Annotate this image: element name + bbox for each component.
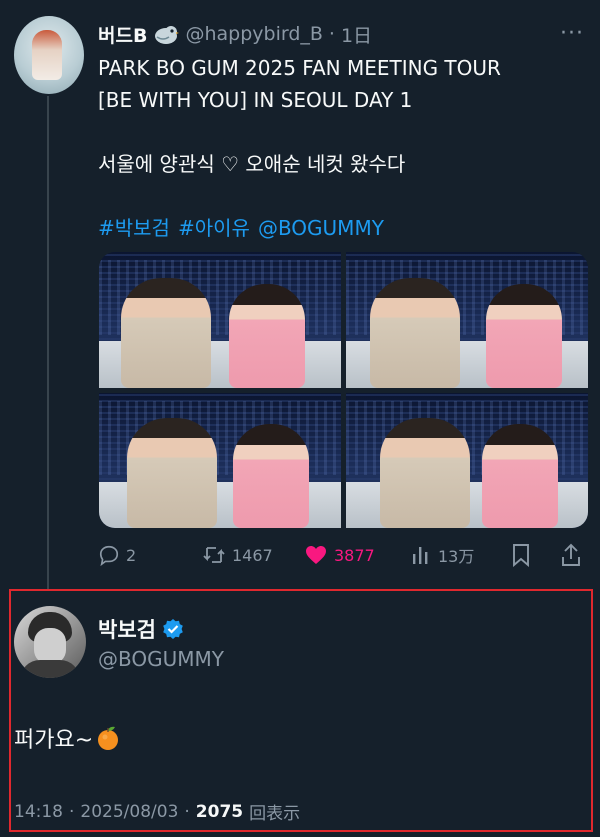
photo-2[interactable] [346,252,588,388]
reply-display-name[interactable]: 박보검 [98,614,156,644]
hashtag-link[interactable]: #아이유 [178,216,250,240]
views-button[interactable]: 13万 [410,543,474,567]
more-icon[interactable]: ··· [560,23,584,45]
like-count: 3877 [334,545,375,565]
bookmark-button[interactable] [510,543,532,567]
reply-avatar[interactable] [14,606,86,678]
tweet-text: PARK BO GUM 2025 FAN MEETING TOUR [BE WI… [98,52,588,244]
reply-view-count: 2075 [195,801,244,822]
share-button[interactable] [560,543,582,567]
photo-1[interactable] [99,252,341,388]
retweet-button[interactable]: 1467 [202,544,273,566]
photo-3[interactable] [99,392,341,528]
tweet-line: 서울에 양관식 ♡ 오애순 네컷 왔수다 [98,152,406,176]
bookmark-icon [510,543,532,567]
bird-icon [153,23,180,45]
tweet-line: PARK BO GUM 2025 FAN MEETING TOUR [98,56,501,80]
heart-icon [304,544,328,566]
retweet-count: 1467 [232,545,273,565]
reply-icon [98,544,120,566]
mention-link[interactable]: @BOGUMMY [258,216,384,240]
reply-text: 퍼가요~ [14,722,121,754]
orange-emoji-icon [95,725,121,751]
reply-button[interactable]: 2 [98,544,136,566]
tweet-header: 버드B @happybird_B · 1日 [98,20,372,48]
tweet-line: [BE WITH YOU] IN SEOUL DAY 1 [98,88,413,112]
retweet-icon [202,544,226,566]
thread-connector [47,96,49,590]
separator-dot: · [69,801,75,822]
reply-author: 박보검 [98,614,184,644]
reply-time[interactable]: 14:18 [14,802,63,822]
photo-4[interactable] [346,392,588,528]
share-icon [560,543,582,567]
views-count: 13万 [438,547,475,566]
profile-avatar[interactable] [14,16,84,94]
avatar-figure [32,30,62,80]
handle[interactable]: @happybird_B [185,23,322,45]
reply-date[interactable]: 2025/08/03 [80,802,178,822]
reply-count: 2 [126,545,137,565]
hashtag-link[interactable]: #박보검 [98,216,170,240]
like-button[interactable]: 3877 [304,544,375,566]
media-grid [99,252,588,528]
reply-view-label: 回表示 [249,804,301,824]
timestamp[interactable]: 1日 [341,21,372,48]
hashtag-row: #박보검 #아이유 @BOGUMMY [98,212,588,244]
action-bar: 2 1467 3877 13万 [98,540,590,570]
reply-handle[interactable]: @BOGUMMY [98,647,224,671]
analytics-icon [410,544,432,566]
verified-icon [162,618,184,640]
highlighted-reply [9,589,593,832]
separator-dot: · [184,801,190,822]
separator-dot: · [328,23,335,45]
reply-meta: 14:18 · 2025/08/03 · 2075 回表示 [14,799,301,825]
display-name[interactable]: 버드B [98,21,147,48]
reply-body: 퍼가요~ [14,728,94,753]
